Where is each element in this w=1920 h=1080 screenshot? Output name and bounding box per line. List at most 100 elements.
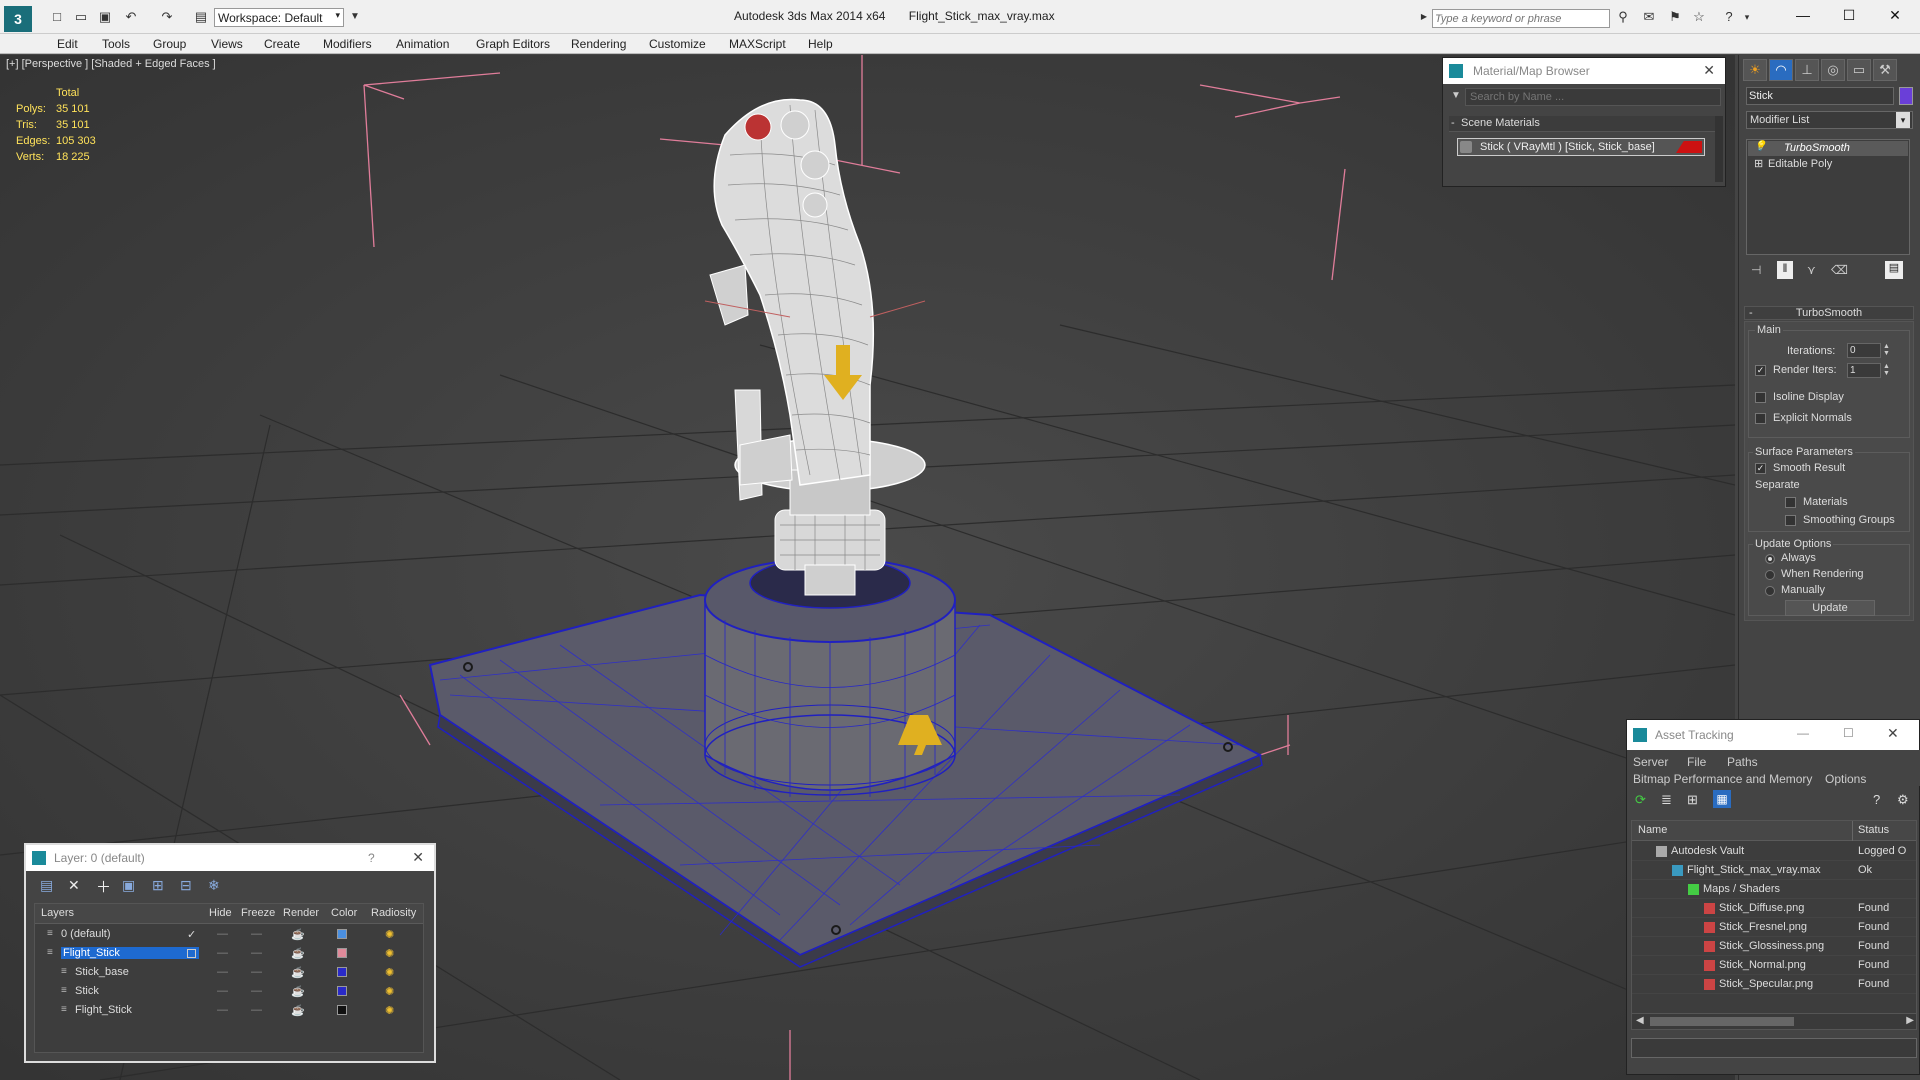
set-active-checkbox[interactable] (187, 949, 196, 958)
scene-materials-header[interactable]: - Scene Materials (1449, 116, 1715, 132)
expand-plus-icon[interactable]: ⊞ (1754, 157, 1763, 170)
app-logo-icon[interactable]: 3 (4, 6, 32, 32)
pin-stack-icon[interactable]: ⊣ (1751, 263, 1761, 277)
explicit-normals-checkbox[interactable] (1755, 413, 1766, 424)
close-icon[interactable]: ✕ (412, 849, 424, 866)
layer-dialog-titlebar[interactable]: Layer: 0 (default) ? ✕ (26, 845, 434, 871)
close-icon[interactable]: ✕ (1887, 725, 1899, 742)
material-item-stick[interactable]: Stick ( VRayMtl ) [Stick, Stick_base] (1457, 138, 1705, 156)
radiosity-icon[interactable]: ✺ (385, 1004, 394, 1017)
menu-server[interactable]: Server (1633, 755, 1668, 769)
smoothing-groups-checkbox[interactable] (1785, 515, 1796, 526)
layer-name[interactable]: 0 (default) (61, 928, 111, 940)
render-teapot-icon[interactable]: ☕ (291, 928, 305, 941)
make-unique-icon[interactable]: ⋎ (1807, 263, 1816, 277)
settings-icon[interactable]: ⚙ (1897, 792, 1909, 808)
layer-color-swatch[interactable] (337, 929, 347, 939)
hide-toggle[interactable]: — (217, 985, 228, 997)
asset-row[interactable]: Stick_Fresnel.png Found (1632, 918, 1916, 937)
asset-name[interactable]: Stick_Glossiness.png (1719, 940, 1824, 952)
list-view-icon[interactable]: ≣ (1661, 792, 1672, 808)
maximize-icon[interactable]: ☐ (1843, 726, 1854, 740)
horizontal-scrollbar[interactable]: ◀ ▶ (1632, 1013, 1916, 1029)
menu-maxscript[interactable]: MAXScript (729, 37, 786, 51)
radiosity-icon[interactable]: ✺ (385, 966, 394, 979)
render-iters-spinner[interactable] (1847, 363, 1881, 378)
hide-all-icon[interactable]: ⊟ (180, 877, 192, 894)
save-icon[interactable]: ▣ (96, 8, 114, 26)
asset-path-field[interactable] (1631, 1038, 1917, 1058)
hide-toggle[interactable]: — (217, 966, 228, 978)
refresh-icon[interactable]: ⟳ (1635, 792, 1646, 808)
menu-edit[interactable]: Edit (57, 37, 78, 51)
asset-name[interactable]: Stick_Diffuse.png (1719, 902, 1804, 914)
isoline-display-checkbox[interactable] (1755, 392, 1766, 403)
column-status[interactable]: Status (1858, 824, 1889, 836)
asset-row[interactable]: Stick_Specular.png Found (1632, 975, 1916, 994)
hide-toggle[interactable]: — (217, 1004, 228, 1016)
menu-rendering[interactable]: Rendering (571, 37, 626, 51)
binoculars-icon[interactable]: ⚲ (1614, 8, 1632, 26)
active-layer-check-icon[interactable]: ✓ (187, 928, 196, 941)
menu-create[interactable]: Create (264, 37, 300, 51)
object-name-field[interactable] (1746, 87, 1894, 105)
open-file-icon[interactable]: ▭ (72, 8, 90, 26)
menu-options[interactable]: Options (1825, 772, 1866, 786)
layer-color-swatch[interactable] (337, 948, 347, 958)
column-freeze[interactable]: Freeze (241, 907, 275, 919)
render-teapot-icon[interactable]: ☕ (291, 985, 305, 998)
utilities-tab-icon[interactable]: ⚒ (1873, 59, 1897, 81)
render-iters-checkbox[interactable]: ✓ (1755, 365, 1766, 376)
turbosmooth-rollout-header[interactable]: - TurboSmooth (1744, 306, 1914, 320)
help-icon[interactable]: ? (1873, 792, 1880, 807)
asset-row[interactable]: Autodesk Vault Logged O (1632, 842, 1916, 861)
modifier-editable-poly[interactable]: ⊞ Editable Poly (1748, 157, 1908, 172)
asset-name[interactable]: Autodesk Vault (1671, 845, 1744, 857)
show-end-result-icon[interactable]: ‖ (1777, 261, 1793, 279)
asset-row[interactable]: Flight_Stick_max_vray.max Ok (1632, 861, 1916, 880)
asset-name[interactable]: Stick_Specular.png (1719, 978, 1813, 990)
hierarchy-tab-icon[interactable]: ⊥ (1795, 59, 1819, 81)
menu-bitmap-performance[interactable]: Bitmap Performance and Memory (1633, 772, 1812, 786)
asset-name[interactable]: Stick_Fresnel.png (1719, 921, 1807, 933)
smooth-result-checkbox[interactable]: ✓ (1755, 463, 1766, 474)
close-button[interactable]: ✕ (1872, 0, 1918, 30)
layer-row[interactable]: ≡ Flight_Stick — — ☕ ✺ (35, 944, 423, 963)
menu-file[interactable]: File (1687, 755, 1706, 769)
column-layers[interactable]: Layers (41, 907, 74, 919)
delete-layer-icon[interactable]: ✕ (68, 877, 80, 894)
minimize-button[interactable]: — (1780, 0, 1826, 30)
configure-modifier-sets-icon[interactable]: ▤ (1885, 261, 1903, 279)
layer-row[interactable]: ≡ Flight_Stick — — ☕ ✺ (35, 1001, 423, 1020)
lightbulb-icon[interactable]: 💡 (1754, 141, 1766, 152)
maximize-button[interactable]: ☐ (1826, 0, 1872, 30)
asset-tracking-titlebar[interactable]: Asset Tracking — ☐ ✕ (1627, 720, 1919, 750)
modifier-turbosmooth[interactable]: 💡 TurboSmooth (1748, 141, 1908, 156)
menu-paths[interactable]: Paths (1727, 755, 1758, 769)
iterations-spinner[interactable] (1847, 343, 1881, 358)
asset-name[interactable]: Flight_Stick_max_vray.max (1687, 864, 1821, 876)
display-tab-icon[interactable]: ▭ (1847, 59, 1871, 81)
column-name[interactable]: Name (1638, 824, 1667, 836)
select-in-layer-icon[interactable]: ▣ (122, 877, 135, 894)
menu-views[interactable]: Views (211, 37, 243, 51)
help-icon[interactable]: ? (1720, 8, 1738, 26)
column-color[interactable]: Color (331, 907, 357, 919)
workspace-dropdown[interactable]: Workspace: Default ▾ (214, 8, 344, 27)
render-teapot-icon[interactable]: ☕ (291, 947, 305, 960)
update-button[interactable]: Update (1785, 600, 1875, 616)
radiosity-icon[interactable]: ✺ (385, 947, 394, 960)
manually-radio[interactable] (1765, 586, 1775, 596)
layer-color-swatch[interactable] (337, 1005, 347, 1015)
help-button[interactable]: ? (368, 851, 375, 865)
highlight-layer-icon[interactable]: ⊞ (152, 877, 164, 894)
spinner-arrows-icon[interactable]: ▲ ▼ (1883, 363, 1890, 377)
always-radio[interactable] (1765, 554, 1775, 564)
modify-tab-icon[interactable]: ◠ (1769, 59, 1793, 81)
layer-color-swatch[interactable] (337, 986, 347, 996)
layer-row[interactable]: ≡ 0 (default) ✓ — — ☕ ✺ (35, 925, 423, 944)
scrollbar[interactable] (1715, 116, 1723, 182)
column-hide[interactable]: Hide (209, 907, 232, 919)
asset-name[interactable]: Stick_Normal.png (1719, 959, 1806, 971)
layer-name[interactable]: Stick_base (75, 966, 129, 978)
